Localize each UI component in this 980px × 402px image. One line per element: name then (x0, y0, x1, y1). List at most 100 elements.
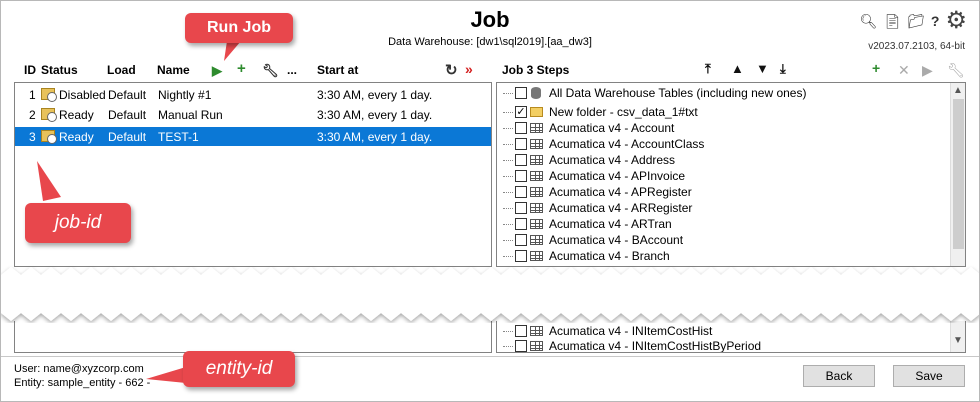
job-status: Ready (59, 129, 94, 144)
step-label: Acumatica v4 - APInvoice (549, 169, 686, 183)
steps-scrollbar[interactable]: ▲ (950, 83, 965, 266)
job-start: 3:30 AM, every 1 day. (317, 129, 433, 144)
move-up-icon[interactable]: ▲ (731, 61, 744, 76)
move-down-icon[interactable]: ▼ (756, 61, 769, 76)
step-label: Acumatica v4 - INItemCostHistByPeriod (549, 339, 762, 353)
step-checkbox[interactable] (515, 122, 527, 134)
user-label: User: name@xyzcorp.com (14, 363, 144, 375)
steps-scrollbar-lower[interactable]: ▼ (950, 321, 965, 352)
step-label: All Data Warehouse Tables (including new… (549, 86, 807, 100)
entity-id-callout: entity-id (183, 351, 295, 387)
save-button[interactable]: Save (893, 365, 965, 387)
step-checkbox[interactable]: ✓ (515, 106, 527, 118)
job-id: 2 (29, 107, 36, 122)
table-row[interactable]: 1 Disabled Default Nightly #1 3:30 AM, e… (15, 85, 491, 104)
table-icon (530, 219, 543, 229)
wrench-icon[interactable]: 🔧︎ (262, 63, 279, 79)
job-start: 3:30 AM, every 1 day. (317, 87, 433, 102)
scroll-up-icon[interactable]: ▲ (953, 85, 963, 96)
job-name: Manual Run (158, 107, 223, 122)
folder-icon[interactable]: 📁︎ (907, 14, 925, 28)
table-icon (530, 187, 543, 197)
steps-list[interactable]: All Data Warehouse Tables (including new… (496, 82, 966, 267)
top-toolbar: 🔍︎ 📄︎ 📁︎ ? ⚙ (860, 9, 967, 33)
table-icon (530, 155, 543, 165)
table-icon (530, 123, 543, 133)
col-status[interactable]: Status (41, 63, 78, 77)
table-icon (530, 139, 543, 149)
step-checkbox[interactable] (515, 340, 527, 352)
help-icon[interactable]: ? (931, 14, 940, 28)
step-checkbox[interactable] (515, 234, 527, 246)
page-title: Job (470, 7, 510, 32)
step-checkbox[interactable] (515, 138, 527, 150)
step-checkbox[interactable] (515, 170, 527, 182)
col-load[interactable]: Load (107, 63, 136, 77)
table-icon (530, 203, 543, 213)
refresh-icon[interactable]: ↻ (445, 61, 458, 79)
wrench-icon[interactable]: 🔧︎ (947, 62, 965, 79)
torn-edge-decoration (1, 267, 979, 321)
document-icon[interactable]: 📄︎ (883, 14, 901, 28)
run-step-icon[interactable]: ▶ (922, 62, 933, 79)
table-icon (530, 341, 543, 351)
database-icon (531, 87, 541, 99)
expand-chevron-icon[interactable]: » (465, 61, 473, 77)
gear-icon[interactable]: ⚙ (945, 9, 967, 33)
job-id-callout: job-id (25, 203, 131, 243)
step-checkbox[interactable] (515, 186, 527, 198)
run-job-button[interactable]: ▶ (212, 63, 222, 79)
status-icon (41, 88, 57, 103)
job-name: Nightly #1 (158, 87, 212, 102)
table-icon (530, 171, 543, 181)
job-status: Ready (59, 107, 94, 122)
step-checkbox[interactable] (515, 202, 527, 214)
col-id[interactable]: ID (24, 63, 36, 77)
status-icon (41, 130, 57, 145)
run-job-callout: Run Job (185, 13, 293, 43)
footer-divider (1, 356, 979, 357)
step-label: Acumatica v4 - APRegister (549, 185, 692, 199)
col-start-at[interactable]: Start at (317, 63, 358, 77)
move-bottom-icon[interactable]: ⤓ (780, 61, 786, 77)
table-icon (530, 326, 543, 336)
add-step-button[interactable]: + (872, 60, 880, 76)
job-status: Disabled (59, 87, 106, 102)
steps-header: Job 3 Steps (502, 63, 570, 77)
remove-step-icon[interactable]: ✕ (898, 62, 910, 79)
job-start: 3:30 AM, every 1 day. (317, 107, 433, 122)
step-checkbox[interactable] (515, 154, 527, 166)
job-load: Default (108, 129, 147, 144)
scroll-down-icon[interactable]: ▼ (953, 335, 963, 346)
job-id: 3 (29, 129, 36, 144)
scroll-thumb[interactable] (953, 99, 964, 249)
step-label: Acumatica v4 - ARTran (549, 217, 672, 231)
col-name[interactable]: Name (157, 63, 190, 77)
step-checkbox[interactable] (515, 325, 527, 337)
steps-list-lower[interactable]: Acumatica v4 - INItemCostHist Acumatica … (496, 321, 966, 353)
table-row-selected[interactable]: 3 Ready Default TEST-1 3:30 AM, every 1 … (15, 127, 491, 146)
job-id: 1 (29, 87, 36, 102)
data-warehouse-label: Data Warehouse: [dw1\sql2019].[aa_dw3] (388, 36, 592, 48)
folder-icon (530, 107, 543, 117)
job-list-lower (14, 321, 492, 353)
search-icon[interactable]: 🔍︎ (860, 14, 878, 28)
table-icon (530, 235, 543, 245)
job-load: Default (108, 87, 147, 102)
step-checkbox[interactable] (515, 250, 527, 262)
add-job-button[interactable]: + (237, 60, 246, 77)
move-top-icon[interactable]: ⤒ (705, 61, 711, 77)
table-row[interactable]: 2 Ready Default Manual Run 3:30 AM, ever… (15, 105, 491, 124)
job-window: Job Data Warehouse: [dw1\sql2019].[aa_dw… (0, 0, 980, 402)
step-label: Acumatica v4 - AccountClass (549, 137, 705, 151)
table-icon (530, 251, 543, 261)
step-checkbox[interactable] (515, 218, 527, 230)
step-label: Acumatica v4 - Branch (549, 249, 670, 263)
step-label: Acumatica v4 - INItemCostHist (549, 324, 713, 338)
step-label: New folder - csv_data_1#txt (549, 105, 698, 119)
step-checkbox[interactable] (515, 87, 527, 99)
step-label: Acumatica v4 - ARRegister (549, 201, 693, 215)
step-label: Acumatica v4 - Address (549, 153, 676, 167)
more-button[interactable]: ... (287, 63, 297, 77)
back-button[interactable]: Back (803, 365, 875, 387)
